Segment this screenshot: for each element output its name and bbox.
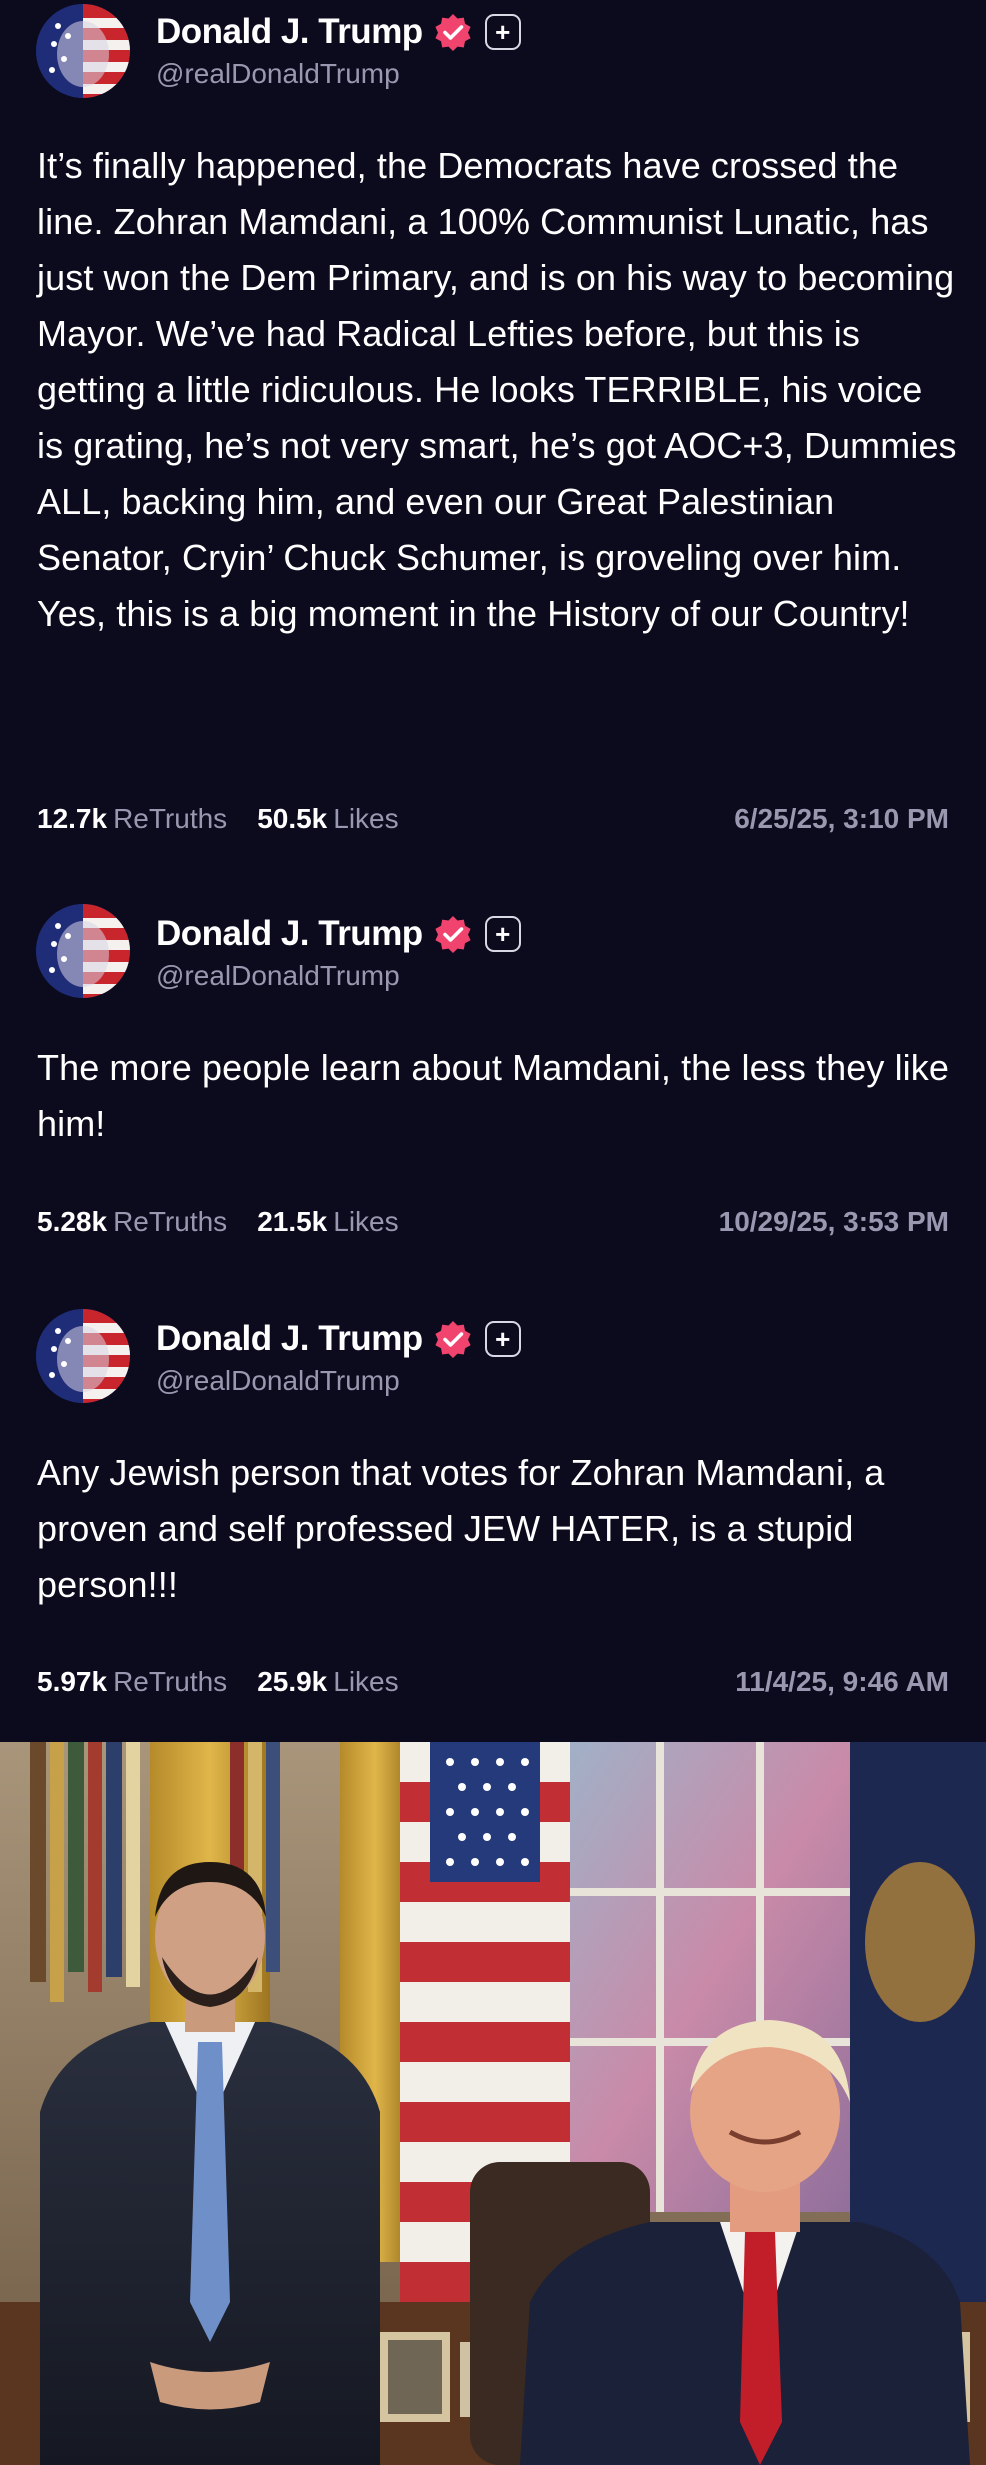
author-name[interactable]: Donald J. Trump [156, 914, 423, 954]
post-text: It’s finally happened, the Democrats hav… [37, 145, 957, 634]
retruths-count[interactable]: 12.7k [37, 803, 107, 835]
post-stats: 5.97k ReTruths 25.9k Likes 11/4/25, 9:46… [37, 1662, 949, 1702]
avatar[interactable] [36, 1309, 130, 1403]
author-handle[interactable]: @realDonaldTrump [156, 960, 521, 992]
name-row: Donald J. Trump + [156, 910, 521, 958]
plus-icon[interactable]: + [484, 14, 521, 50]
post-text: Any Jewish person that votes for Zohran … [37, 1452, 885, 1605]
name-row: Donald J. Trump + [156, 8, 521, 56]
verified-badge-icon [435, 1321, 471, 1358]
post-header: Donald J. Trump + @realDonaldTrump [156, 910, 521, 992]
retruths-count[interactable]: 5.28k [37, 1206, 107, 1238]
truth-social-feed: Donald J. Trump + @realDonaldTrump It’s … [0, 0, 986, 1742]
retruths-count[interactable]: 5.97k [37, 1666, 107, 1698]
post-1[interactable]: Donald J. Trump + @realDonaldTrump It’s … [0, 0, 986, 860]
post-header: Donald J. Trump + @realDonaldTrump [156, 1315, 521, 1397]
retruths-label[interactable]: ReTruths [113, 803, 227, 835]
post-2[interactable]: Donald J. Trump + @realDonaldTrump The m… [0, 900, 986, 1260]
post-3[interactable]: Donald J. Trump + @realDonaldTrump Any J… [0, 1305, 986, 1725]
flag-face-avatar-icon [36, 4, 130, 98]
likes-label[interactable]: Likes [333, 1206, 398, 1238]
likes-label[interactable]: Likes [333, 803, 398, 835]
post-timestamp[interactable]: 11/4/25, 9:46 AM [735, 1666, 949, 1698]
author-handle[interactable]: @realDonaldTrump [156, 1365, 521, 1397]
plus-icon[interactable]: + [484, 1321, 521, 1357]
post-timestamp[interactable]: 10/29/25, 3:53 PM [719, 1206, 949, 1238]
flag-face-avatar-icon [36, 904, 130, 998]
post-stats: 5.28k ReTruths 21.5k Likes 10/29/25, 3:5… [37, 1202, 949, 1242]
plus-icon[interactable]: + [484, 916, 521, 952]
post-stats: 12.7k ReTruths 50.5k Likes 6/25/25, 3:10… [37, 799, 949, 839]
likes-count[interactable]: 21.5k [257, 1206, 327, 1238]
verified-badge-icon [435, 916, 471, 953]
author-name[interactable]: Donald J. Trump [156, 12, 423, 52]
name-row: Donald J. Trump + [156, 1315, 521, 1363]
avatar[interactable] [36, 904, 130, 998]
retruths-label[interactable]: ReTruths [113, 1206, 227, 1238]
likes-count[interactable]: 25.9k [257, 1666, 327, 1698]
two-men-oval-office-photo [0, 1742, 986, 2465]
avatar[interactable] [36, 4, 130, 98]
likes-label[interactable]: Likes [333, 1666, 398, 1698]
post-timestamp[interactable]: 6/25/25, 3:10 PM [734, 803, 949, 835]
verified-badge-icon [435, 14, 471, 51]
post-text: The more people learn about Mamdani, the… [37, 1047, 950, 1144]
author-handle[interactable]: @realDonaldTrump [156, 58, 521, 90]
author-name[interactable]: Donald J. Trump [156, 1319, 423, 1359]
likes-count[interactable]: 50.5k [257, 803, 327, 835]
flag-face-avatar-icon [36, 1309, 130, 1403]
photo-illustration [0, 1742, 986, 2465]
post-header: Donald J. Trump + @realDonaldTrump [156, 8, 521, 90]
retruths-label[interactable]: ReTruths [113, 1666, 227, 1698]
